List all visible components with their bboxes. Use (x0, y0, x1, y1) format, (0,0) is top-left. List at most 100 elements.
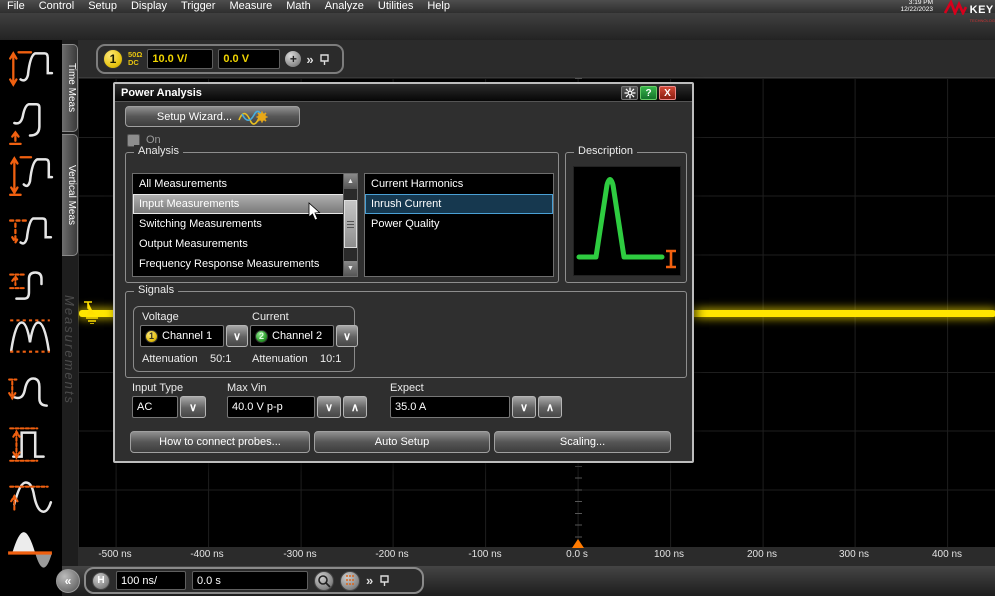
tab-time-meas[interactable]: Time Meas (62, 44, 78, 132)
expect-decrement-button[interactable]: ∨ (512, 396, 536, 418)
channel1-offset-field[interactable]: 0.0 V (218, 49, 280, 69)
coupling-label: DC (128, 59, 142, 67)
pulse-width-icon[interactable] (6, 420, 54, 466)
signals-box: Voltage Current 1 Channel 1 ∨ 2 Channel … (133, 306, 355, 372)
timebase-scale-field[interactable]: 100 ns/ (116, 571, 186, 590)
x-tick-0: -500 ns (98, 549, 131, 560)
dialog-settings-button[interactable] (621, 86, 638, 100)
horizontal-badge[interactable]: H (92, 572, 110, 590)
dialog-title-bar[interactable]: Power Analysis (115, 84, 692, 102)
list-item[interactable]: Current Harmonics (365, 174, 553, 194)
overshoot-icon[interactable] (6, 312, 54, 358)
scaling-button[interactable]: Scaling... (494, 431, 671, 453)
voltage-channel-combo[interactable]: 1 Channel 1 ∨ (140, 325, 248, 347)
list-item[interactable]: Frequency Response Measurements (133, 254, 357, 274)
list-item[interactable]: All Measurements (133, 174, 357, 194)
clock-date: 12/22/2023 (900, 7, 933, 14)
measurement-tab-strip: Time Meas Vertical Meas Measurements (62, 40, 78, 596)
channel1-ground-marker-icon[interactable] (80, 300, 100, 324)
menu-utilities[interactable]: Utilities (378, 0, 413, 13)
average-icon[interactable] (6, 530, 54, 576)
acquisition-toolbar (0, 13, 995, 40)
setup-wizard-button[interactable]: Setup Wizard... (125, 106, 300, 127)
zoom-button[interactable] (314, 571, 334, 591)
current-attenuation-value: 10:1 (320, 353, 341, 365)
menu-setup[interactable]: Setup (88, 0, 117, 13)
menu-help[interactable]: Help (427, 0, 450, 13)
max-vin-value: 40.0 V p-p (232, 401, 283, 413)
settling-time-icon[interactable] (6, 368, 54, 414)
menu-math[interactable]: Math (286, 0, 310, 13)
channel1-coupling[interactable]: 50Ω DC (128, 51, 142, 67)
timebase-scale-value: 100 ns/ (121, 575, 157, 587)
menu-trigger[interactable]: Trigger (181, 0, 215, 13)
how-to-connect-probes-button[interactable]: How to connect probes... (130, 431, 310, 453)
expect-increment-button[interactable]: ∧ (538, 396, 562, 418)
list-item-selected[interactable]: Input Measurements (133, 194, 357, 214)
pin-icon[interactable] (379, 574, 390, 587)
keysight-logo: KEY TECHNOLOG (944, 0, 995, 23)
channel1-badge[interactable]: 1 (103, 49, 123, 69)
menu-display[interactable]: Display (131, 0, 167, 13)
timebase-expand-button[interactable]: » (366, 573, 373, 588)
input-type-combo[interactable]: AC ∨ (132, 396, 206, 418)
list-item[interactable]: Power Quality (365, 214, 553, 234)
menu-measure[interactable]: Measure (229, 0, 272, 13)
time-window-button[interactable] (340, 571, 360, 591)
oscilloscope-screen: File Control Setup Display Trigger Measu… (0, 0, 995, 596)
current-label: Current (252, 311, 289, 323)
auto-setup-button[interactable]: Auto Setup (314, 431, 490, 453)
analysis-category-list[interactable]: All Measurements Input Measurements Swit… (132, 173, 358, 277)
brand-text: KEY (970, 4, 994, 16)
input-type-dropdown-button[interactable]: ∨ (180, 396, 206, 418)
analysis-measurement-list[interactable]: Current Harmonics Inrush Current Power Q… (364, 173, 554, 277)
measurement-icon-sidebar (0, 40, 62, 596)
trigger-time-marker[interactable] (572, 539, 584, 548)
list-item[interactable]: Switching Measurements (133, 214, 357, 234)
list-item-selected[interactable]: Inrush Current (365, 194, 553, 214)
period-icon[interactable] (6, 472, 54, 518)
scroll-down-button[interactable]: ▼ (344, 261, 357, 276)
scroll-up-button[interactable]: ▲ (344, 174, 357, 189)
add-channel-button[interactable]: + (285, 51, 301, 67)
channel-expand-button[interactable]: » (306, 52, 313, 67)
dialog-help-button[interactable]: ? (640, 86, 657, 100)
list-item[interactable]: Output Measurements (133, 234, 357, 254)
max-vin-increment-button[interactable]: ∧ (343, 396, 367, 418)
amplitude-icon[interactable] (6, 262, 54, 308)
category-scrollbar[interactable]: ▲ ▼ (343, 174, 357, 276)
tab-vertical-meas[interactable]: Vertical Meas (62, 134, 78, 256)
clock: 3:19 PM 12/22/2023 (900, 0, 933, 13)
menu-control[interactable]: Control (39, 0, 74, 13)
setup-wizard-label: Setup Wizard... (157, 111, 232, 123)
scroll-thumb[interactable] (344, 200, 357, 248)
voltage-channel-dropdown-button[interactable]: ∨ (226, 325, 248, 347)
description-preview (573, 166, 681, 276)
max-vin-control[interactable]: 40.0 V p-p ∨ ∧ (227, 396, 367, 418)
rise-time-icon[interactable] (6, 46, 54, 92)
x-tick-2: -300 ns (283, 549, 316, 560)
expect-control[interactable]: 35.0 A ∨ ∧ (390, 396, 562, 418)
current-channel-combo[interactable]: 2 Channel 2 ∨ (250, 325, 358, 347)
dashed-window-icon (343, 574, 357, 588)
pin-icon[interactable] (319, 53, 330, 66)
input-type-value: AC (137, 401, 152, 413)
peak-peak-icon[interactable] (6, 152, 54, 198)
x-tick-3: -200 ns (375, 549, 408, 560)
max-vin-decrement-button[interactable]: ∨ (317, 396, 341, 418)
x-tick-4: -100 ns (468, 549, 501, 560)
collapse-sidebar-button[interactable]: « (56, 569, 80, 593)
menu-analyze[interactable]: Analyze (325, 0, 364, 13)
dialog-close-button[interactable]: X (659, 86, 676, 100)
top-level-icon[interactable] (6, 208, 54, 254)
inrush-current-waveform-icon (574, 167, 680, 275)
timebase-position-field[interactable]: 0.0 s (192, 571, 308, 590)
current-channel-value: Channel 2 (272, 330, 322, 342)
voltage-channel-value: Channel 1 (162, 330, 212, 342)
expect-value: 35.0 A (395, 401, 426, 413)
channel1-scale-field[interactable]: 10.0 V/ (147, 49, 213, 69)
current-channel-dropdown-button[interactable]: ∨ (336, 325, 358, 347)
fall-time-icon[interactable] (6, 100, 54, 146)
brand-subtext: TECHNOLOG (970, 18, 995, 23)
menu-file[interactable]: File (7, 0, 25, 13)
